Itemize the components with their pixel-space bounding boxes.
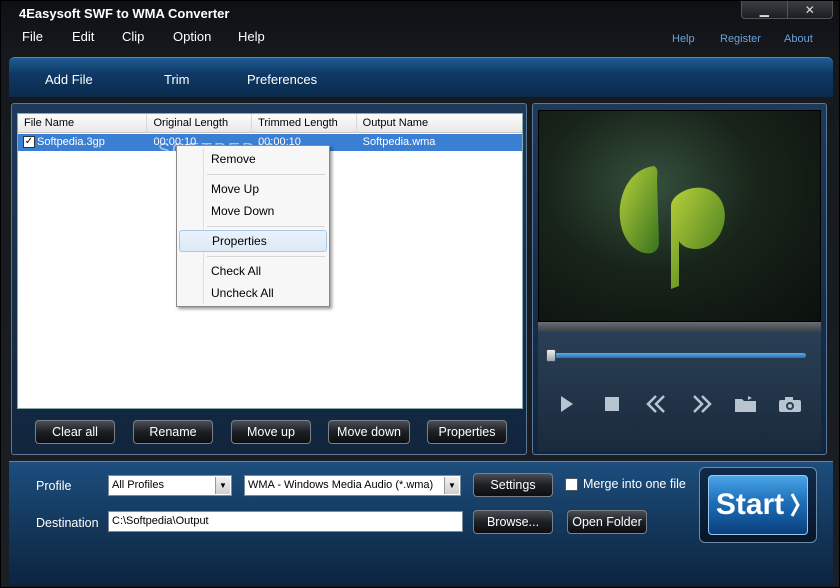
move-up-button[interactable]: Move up — [231, 420, 311, 444]
context-menu: Remove Move Up Move Down Properties Chec… — [176, 145, 330, 307]
about-link[interactable]: About — [784, 33, 813, 45]
trim-button[interactable]: Trim — [164, 72, 190, 87]
register-link[interactable]: Register — [720, 33, 761, 45]
start-button-face[interactable]: Start — [708, 475, 808, 535]
window-controls: ▁ ✕ — [741, 1, 833, 19]
preferences-button[interactable]: Preferences — [247, 72, 317, 87]
seek-bar[interactable] — [548, 353, 806, 358]
menu-clip[interactable]: Clip — [122, 29, 144, 44]
add-file-button[interactable]: Add File — [45, 72, 93, 87]
file-name-text: Softpedia.3gp — [37, 136, 105, 148]
menu-separator — [207, 226, 325, 227]
app-window: 4Easysoft SWF to WMA Converter ▁ ✕ File … — [0, 0, 840, 588]
window-title: 4Easysoft SWF to WMA Converter — [19, 6, 230, 21]
menu-remove[interactable]: Remove — [179, 148, 327, 170]
stop-icon[interactable] — [600, 392, 624, 416]
play-icon[interactable] — [555, 392, 579, 416]
move-down-button[interactable]: Move down — [328, 420, 410, 444]
destination-label: Destination — [36, 516, 99, 530]
rewind-icon[interactable] — [644, 392, 668, 416]
start-button[interactable]: Start — [699, 467, 817, 543]
profile-format-value: WMA - Windows Media Audio (*.wma) — [248, 479, 434, 491]
preview-panel — [532, 103, 827, 455]
menu-uncheck-all[interactable]: Uncheck All — [179, 282, 327, 304]
clear-all-button[interactable]: Clear all — [35, 420, 115, 444]
properties-button[interactable]: Properties — [427, 420, 507, 444]
chevron-down-icon[interactable]: ▼ — [215, 477, 230, 494]
menu-separator — [207, 174, 325, 175]
preview-screen — [538, 110, 821, 322]
fast-forward-icon[interactable] — [690, 392, 714, 416]
preview-divider — [538, 322, 821, 332]
title-bar: 4Easysoft SWF to WMA Converter ▁ ✕ — [1, 1, 840, 25]
merge-label: Merge into one file — [583, 477, 686, 491]
profile-category-select[interactable]: All Profiles ▼ — [108, 475, 232, 496]
column-trimmed-length[interactable]: Trimmed Length — [252, 114, 357, 133]
column-output-name[interactable]: Output Name — [357, 114, 522, 133]
menu-option[interactable]: Option — [173, 29, 211, 44]
column-file-name[interactable]: File Name — [18, 114, 148, 133]
chevron-right-icon — [790, 493, 800, 517]
menu-bar: File Edit Clip Option Help — [1, 27, 840, 49]
menu-help[interactable]: Help — [238, 29, 265, 44]
seek-handle[interactable] — [546, 349, 556, 362]
list-header: File Name Original Length Trimmed Length… — [18, 114, 522, 133]
open-folder-button[interactable]: Open Folder — [567, 510, 647, 534]
app-logo-icon — [619, 166, 725, 289]
profile-format-select[interactable]: WMA - Windows Media Audio (*.wma) ▼ — [244, 475, 461, 496]
minimize-button[interactable]: ▁ — [742, 1, 787, 18]
menu-move-down[interactable]: Move Down — [179, 200, 327, 222]
chevron-down-icon[interactable]: ▼ — [444, 477, 459, 494]
settings-button[interactable]: Settings — [473, 473, 553, 497]
destination-input[interactable]: C:\Softpedia\Output — [108, 511, 463, 532]
merge-checkbox[interactable] — [565, 478, 578, 491]
column-original-length[interactable]: Original Length — [147, 114, 253, 133]
menu-move-up[interactable]: Move Up — [179, 178, 327, 200]
menu-separator — [207, 256, 325, 257]
row-checkbox[interactable]: ✓ — [23, 136, 35, 148]
help-link[interactable]: Help — [672, 33, 695, 45]
cell-file-name: ✓ Softpedia.3gp — [18, 134, 147, 151]
folder-icon[interactable] — [734, 392, 758, 416]
menu-file[interactable]: File — [22, 29, 43, 44]
player-controls — [538, 332, 821, 452]
camera-icon[interactable] — [778, 392, 802, 416]
start-button-label: Start — [715, 488, 785, 521]
profile-category-value: All Profiles — [112, 479, 164, 491]
menu-edit[interactable]: Edit — [72, 29, 94, 44]
browse-button[interactable]: Browse... — [473, 510, 553, 534]
cell-output-name: Softpedia.wma — [362, 136, 436, 148]
toolbar: Add File Trim Preferences — [9, 57, 833, 97]
profile-label: Profile — [36, 479, 72, 493]
rename-button[interactable]: Rename — [133, 420, 213, 444]
close-button[interactable]: ✕ — [786, 1, 833, 18]
menu-properties[interactable]: Properties — [179, 230, 327, 252]
menu-check-all[interactable]: Check All — [179, 260, 327, 282]
